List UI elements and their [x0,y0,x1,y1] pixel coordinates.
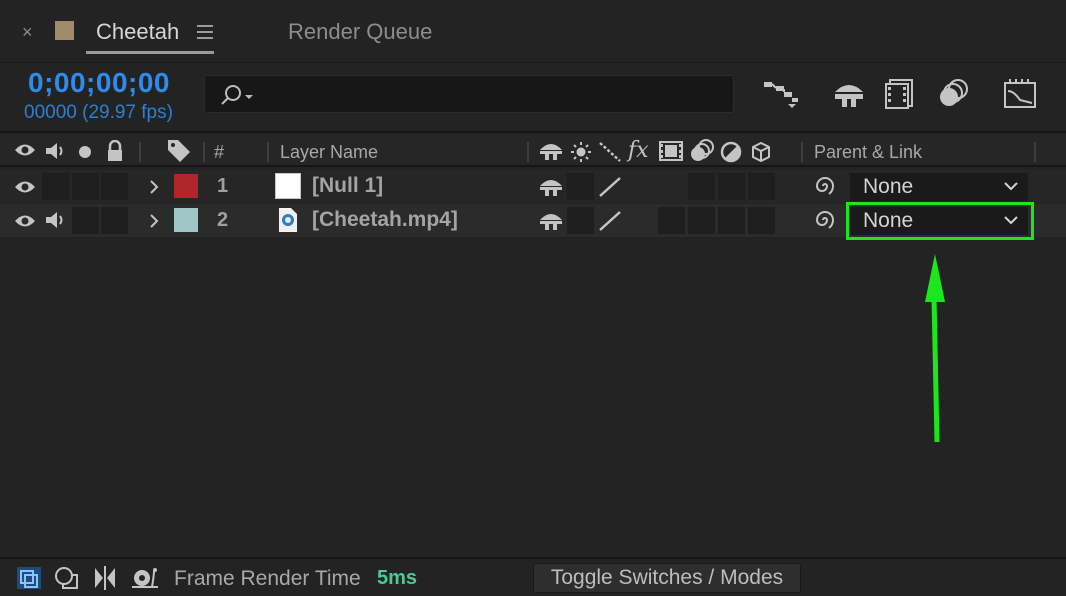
audio-icon[interactable] [44,210,68,230]
expand-chevron-icon[interactable] [148,179,160,195]
parent-dropdown[interactable]: None [850,173,1028,201]
layer-name[interactable]: [Cheetah.mp4] [312,208,458,232]
collapse-switch[interactable] [567,173,594,200]
quality-switch-icon[interactable] [598,176,622,198]
solo-icon[interactable] [78,145,92,159]
eye-icon[interactable] [14,179,36,195]
expand-chevron-icon[interactable] [148,213,160,229]
tab-render-queue[interactable]: Render Queue [288,19,432,45]
layer-switches-toggle-icon[interactable] [16,566,42,590]
draft-3d-icon[interactable] [832,78,866,110]
motion-blur-icon[interactable] [936,78,970,110]
chevron-down-icon [1004,181,1018,191]
close-tab-icon[interactable]: × [22,22,33,43]
divider [267,142,269,162]
column-parent-link[interactable]: Parent & Link [814,142,922,163]
frame-render-time-value: 5ms [377,567,418,589]
null-layer-thumbnail [275,173,301,199]
shy-icon[interactable] [538,210,564,232]
toggle-switches-modes-button[interactable]: Toggle Switches / Modes [533,563,801,593]
divider [1034,142,1036,162]
annotation-highlight-box [846,202,1034,240]
column-layer-name[interactable]: Layer Name [280,142,378,163]
divider [203,142,205,162]
pick-whip-icon[interactable] [812,174,838,198]
lock-icon[interactable] [106,140,124,162]
layer-number: 1 [217,175,229,197]
divider [801,142,803,162]
adjustment-switch[interactable] [718,207,745,234]
shy-icon[interactable] [538,176,564,198]
quality-icon[interactable] [598,141,622,163]
effects-icon[interactable]: fx [628,138,649,163]
render-time-snail-icon[interactable] [130,565,160,589]
panel-tab-bar: × Cheetah Render Queue [0,0,1066,62]
transfer-controls-icon[interactable] [54,566,80,590]
in-out-duration-icon[interactable] [92,565,118,591]
label-tag-icon[interactable] [166,138,192,162]
adjustment-switch[interactable] [718,173,745,200]
label-color-swatch[interactable] [174,208,198,232]
motion-blur-switch[interactable] [688,173,715,200]
lock-switch[interactable] [101,173,128,200]
layer-column-header: # Layer Name fx Parent & Link [0,131,1066,167]
frame-blending-icon[interactable] [884,78,916,110]
pick-whip-icon[interactable] [812,208,838,232]
active-tab-indicator [86,51,214,54]
column-number: # [214,142,225,162]
composition-color-swatch [55,21,74,40]
graph-editor-icon[interactable] [1002,78,1038,110]
comp-flowchart-icon[interactable] [762,78,800,110]
divider [0,62,1066,63]
collapse-switch[interactable] [567,207,594,234]
solo-switch[interactable] [72,207,99,234]
eye-icon[interactable] [14,213,36,229]
shy-icon[interactable] [538,140,564,162]
3d-switch[interactable] [748,207,775,234]
lock-switch[interactable] [101,207,128,234]
divider [527,142,529,162]
divider [139,142,141,162]
quality-switch-icon[interactable] [598,210,622,232]
panel-menu-icon[interactable] [196,24,214,40]
frame-blend-switch-icon[interactable] [658,140,684,162]
layer-row[interactable]: 1 [Null 1] None [0,170,1066,203]
frame-blend-switch[interactable] [658,207,685,234]
tab-cheetah[interactable]: Cheetah [96,19,179,45]
label-color-swatch[interactable] [174,174,198,198]
frame-count-display: 00000 (29.97 fps) [24,102,173,123]
layer-row[interactable]: 2 [Cheetah.mp4] None [0,202,1066,240]
timeline-footer: Frame Render Time 5ms Toggle Switches / … [0,557,1066,596]
eye-icon[interactable] [14,142,36,158]
audio-icon[interactable] [44,141,68,161]
footage-file-icon [277,207,299,233]
collapse-transform-icon[interactable] [570,141,592,163]
layer-search-field[interactable] [204,75,734,113]
motion-blur-switch[interactable] [688,207,715,234]
audio-switch[interactable] [42,173,69,200]
search-icon[interactable] [219,84,255,106]
layer-name[interactable]: [Null 1] [312,174,383,198]
layer-number: 2 [217,209,229,231]
parent-dropdown-value: None [863,175,914,198]
motion-blur-switch-icon[interactable] [688,139,716,163]
3d-switch[interactable] [748,173,775,200]
3d-layer-icon[interactable] [750,141,772,163]
adjustment-layer-icon[interactable] [720,141,742,163]
annotation-arrow-icon [920,252,950,444]
solo-switch[interactable] [72,173,99,200]
frame-render-time-label: Frame Render Time [174,567,361,590]
current-time-display[interactable]: 0;00;00;00 [28,67,170,99]
